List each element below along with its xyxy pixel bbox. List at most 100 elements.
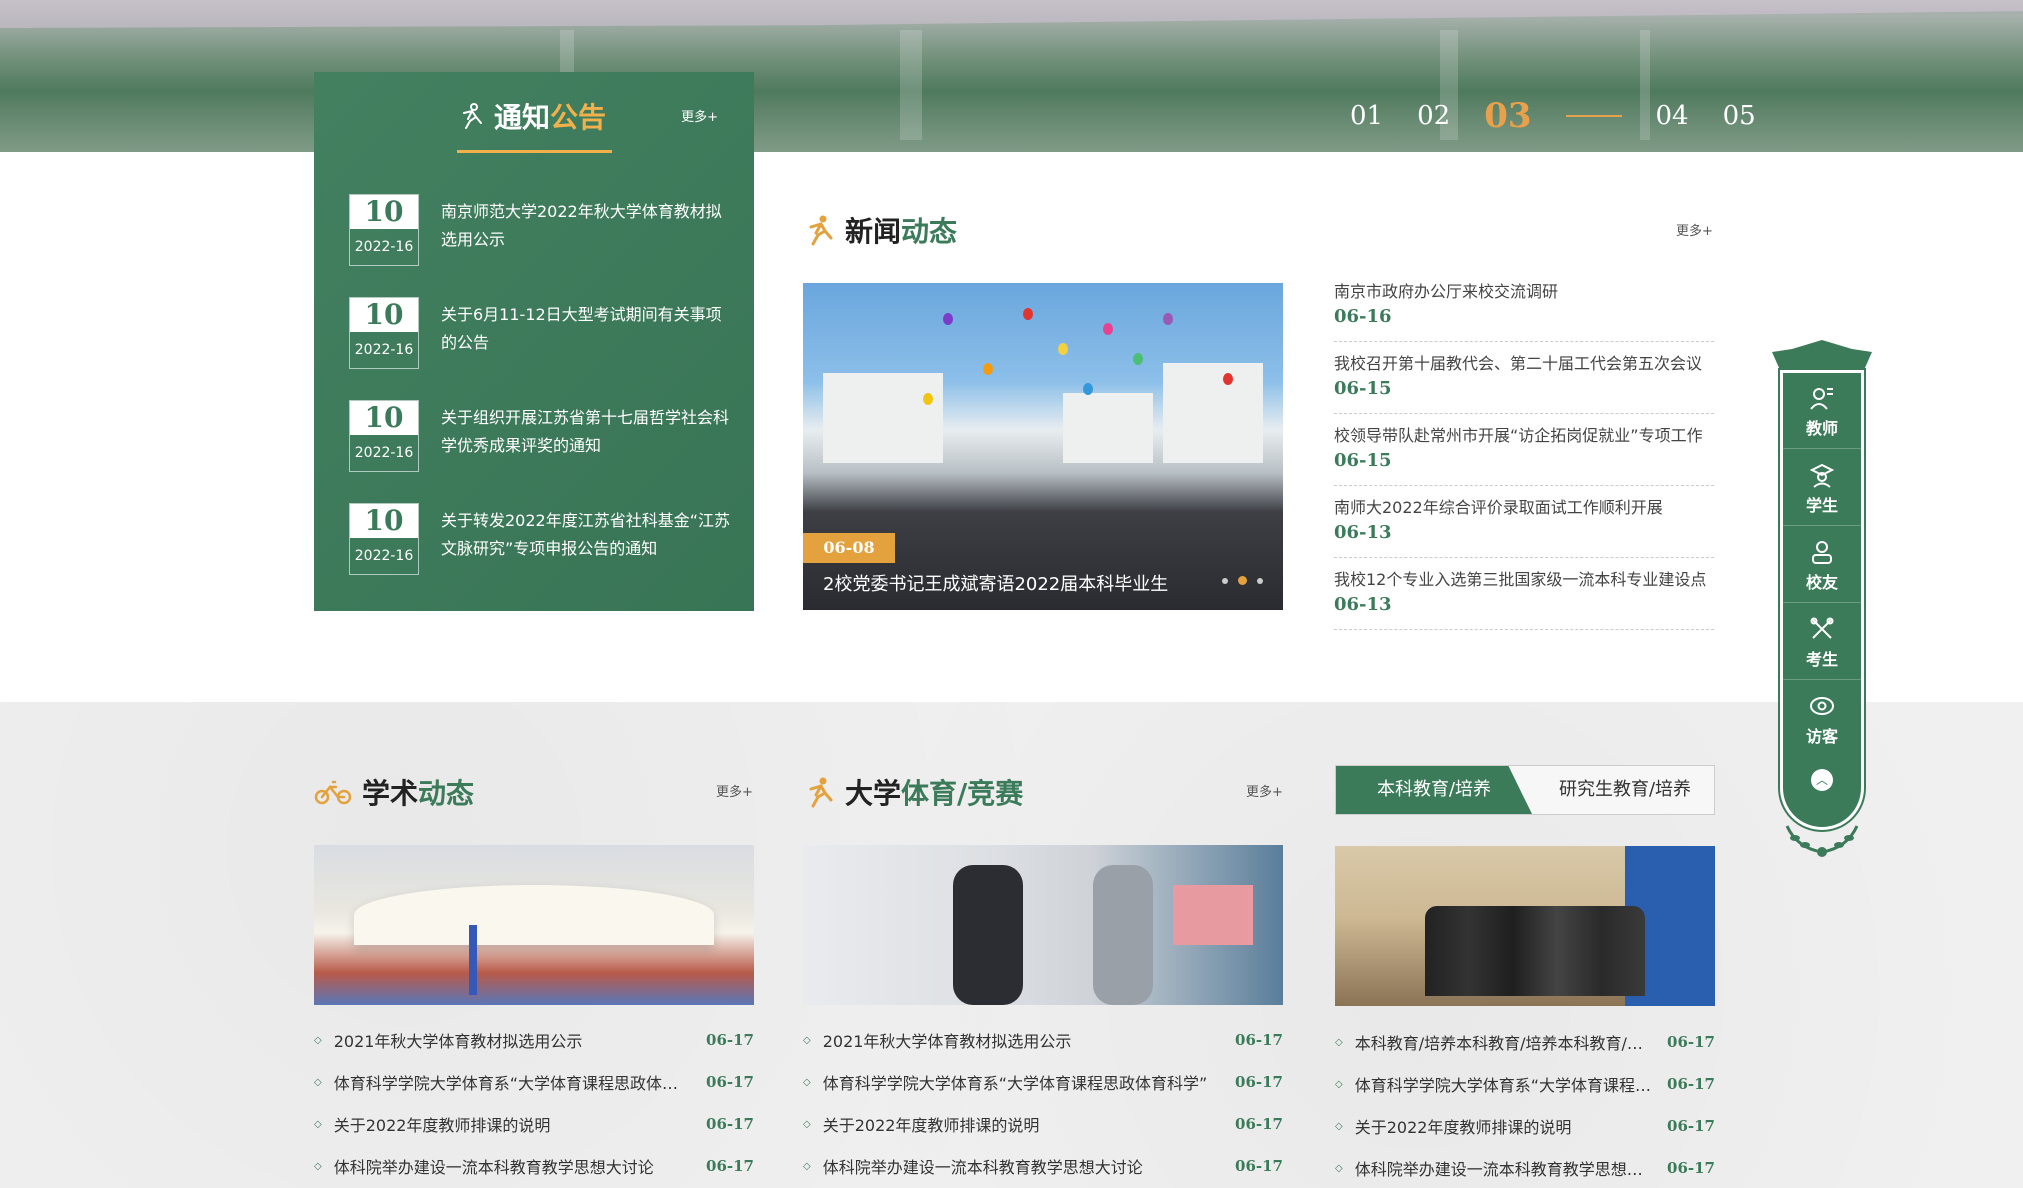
pavilion-roof-icon — [1772, 340, 1872, 370]
slide-number-1[interactable]: 01 — [1350, 101, 1383, 131]
list-item[interactable]: ◇ 体育科学学院大学体育系“大学体育课程思政体育科学” 06-17 — [803, 1061, 1283, 1103]
news-featured-image[interactable]: 06-08 2校党委书记王成斌寄语2022届本科毕业生 — [803, 283, 1283, 610]
slide-number-3-active[interactable]: 03 — [1484, 96, 1531, 136]
eye-icon — [1810, 697, 1834, 715]
quick-nav-student[interactable]: 学生 — [1783, 450, 1861, 526]
academic-item-date: 06-17 — [706, 1073, 754, 1091]
diamond-icon: ◇ — [803, 1160, 811, 1172]
academic-item-date: 06-17 — [706, 1115, 754, 1133]
list-item[interactable]: ◇ 体科院举办建设一流本科教育教学思想大讨论 06-17 — [1335, 1147, 1715, 1188]
sports-more-link[interactable]: 更多+ — [1246, 781, 1283, 800]
notice-ym: 2022-16 — [354, 445, 414, 461]
quick-nav-examinee[interactable]: 考生 — [1783, 604, 1861, 680]
notice-item-title[interactable]: 南京师范大学2022年秋大学体育教材拟选用公示 — [441, 198, 731, 254]
notice-item-title[interactable]: 关于组织开展江苏省第十七届哲学社会科学优秀成果评奖的通知 — [441, 404, 731, 460]
news-title-accent: 动态 — [901, 215, 958, 248]
notice-item[interactable]: 10 2022-16 关于组织开展江苏省第十七届哲学社会科学优秀成果评奖的通知 — [349, 400, 729, 472]
notice-item[interactable]: 10 2022-16 关于转发2022年度江苏省社科基金“江苏文脉研究”专项申报公… — [349, 503, 731, 575]
news-list-title[interactable]: 我校召开第十届教代会、第二十届工代会第五次会议 — [1334, 352, 1714, 376]
education-image[interactable] — [1335, 846, 1715, 1006]
alumni-icon — [1812, 541, 1832, 564]
runner-legs-shape — [953, 865, 1023, 1005]
sports-item-date: 06-17 — [1235, 1031, 1283, 1049]
education-item-date: 06-17 — [1667, 1075, 1715, 1093]
notice-day: 10 — [350, 298, 418, 332]
list-item[interactable]: ◇ 2021年秋大学体育教材拟选用公示 06-17 — [314, 1019, 754, 1061]
balloon-shape — [1058, 343, 1068, 355]
list-item[interactable]: ◇ 关于2022年度教师排课的说明 06-17 — [314, 1103, 754, 1145]
runner-icon — [809, 215, 833, 246]
diamond-icon: ◇ — [314, 1118, 322, 1130]
list-item[interactable]: ◇ 体育科学学院大学体育系“大学体育课程思政” 06-17 — [1335, 1063, 1715, 1105]
notice-item-title[interactable]: 关于转发2022年度江苏省社科基金“江苏文脉研究”专项申报公告的通知 — [441, 507, 731, 563]
student-icon — [1809, 463, 1835, 488]
notice-item-title[interactable]: 关于6月11-12日大型考试期间有关事项的公告 — [441, 301, 731, 357]
academic-item-title[interactable]: 关于2022年度教师排课的说明 — [334, 1112, 690, 1136]
bookmark-shape — [469, 925, 477, 995]
list-item[interactable]: ◇ 体科院举办建设一流本科教育教学思想大讨论 06-17 — [803, 1145, 1283, 1187]
academic-item-title[interactable]: 体育科学学院大学体育系“大学体育课程思政体育科学” — [334, 1070, 690, 1094]
diamond-icon: ◇ — [314, 1034, 322, 1046]
quick-nav-alumni[interactable]: 校友 — [1783, 527, 1861, 603]
notice-title-main: 通知 — [494, 101, 551, 134]
tab-undergraduate[interactable]: 本科教育/培养 — [1336, 766, 1532, 814]
news-more-link[interactable]: 更多+ — [1676, 220, 1713, 239]
building-shape — [823, 373, 943, 463]
news-list-item[interactable]: 南师大2022年综合评价录取面试工作顺利开展 06-13 — [1334, 496, 1714, 558]
news-list-title[interactable]: 我校12个专业入选第三批国家级一流本科专业建设点 — [1334, 568, 1714, 592]
academic-image[interactable] — [314, 845, 754, 1005]
news-list-item[interactable]: 南京市政府办公厅来校交流调研 06-16 — [1334, 280, 1714, 342]
carousel-dot[interactable] — [1222, 577, 1228, 584]
carousel-dot-active[interactable] — [1238, 576, 1247, 585]
list-item[interactable]: ◇ 本科教育/培养本科教育/培养本科教育/培养 06-17 — [1335, 1021, 1715, 1063]
sports-image[interactable] — [803, 845, 1283, 1005]
sports-item-title[interactable]: 体育科学学院大学体育系“大学体育课程思政体育科学” — [823, 1070, 1219, 1094]
list-item[interactable]: ◇ 关于2022年度教师排课的说明 06-17 — [803, 1103, 1283, 1145]
news-featured-caption[interactable]: 2校党委书记王成斌寄语2022届本科毕业生 — [823, 570, 1183, 596]
news-list-title[interactable]: 校领导带队赴常州市开展“访企拓岗促就业”专项工作 — [1334, 424, 1714, 448]
slide-active-line — [1565, 115, 1622, 117]
slider-pagination: 01 02 03 04 05 — [1350, 96, 1756, 136]
academic-title: 学术 动态 — [314, 772, 474, 812]
tab-graduate[interactable]: 研究生教育/培养 — [1536, 766, 1714, 814]
academic-item-title[interactable]: 2021年秋大学体育教材拟选用公示 — [334, 1028, 690, 1052]
academic-item-title[interactable]: 体科院举办建设一流本科教育教学思想大讨论 — [334, 1154, 690, 1178]
sports-item-title[interactable]: 关于2022年度教师排课的说明 — [823, 1112, 1219, 1136]
news-list-title[interactable]: 南京市政府办公厅来校交流调研 — [1334, 280, 1714, 304]
academic-item-date: 06-17 — [706, 1031, 754, 1049]
chevron-up-icon[interactable]: ︿ — [1811, 769, 1833, 791]
list-item[interactable]: ◇ 关于2022年度教师排课的说明 06-17 — [1335, 1105, 1715, 1147]
education-item-title[interactable]: 体育科学学院大学体育系“大学体育课程思政” — [1355, 1072, 1651, 1096]
education-item-title[interactable]: 关于2022年度教师排课的说明 — [1355, 1114, 1651, 1138]
news-list-title[interactable]: 南师大2022年综合评价录取面试工作顺利开展 — [1334, 496, 1714, 520]
education-item-title[interactable]: 本科教育/培养本科教育/培养本科教育/培养 — [1355, 1030, 1651, 1054]
balloon-shape — [1163, 313, 1173, 325]
notice-title: 通知 公告 — [456, 96, 606, 136]
notice-more-link[interactable]: 更多+ — [681, 106, 718, 125]
diamond-icon: ◇ — [1335, 1162, 1343, 1174]
news-list-item[interactable]: 校领导带队赴常州市开展“访企拓岗促就业”专项工作 06-15 — [1334, 424, 1714, 486]
notice-date: 10 2022-16 — [349, 194, 419, 266]
diamond-icon: ◇ — [1335, 1120, 1343, 1132]
list-item[interactable]: ◇ 体育科学学院大学体育系“大学体育课程思政体育科学” 06-17 — [314, 1061, 754, 1103]
balloon-shape — [1083, 383, 1093, 395]
diamond-icon: ◇ — [314, 1076, 322, 1088]
quick-nav-teacher[interactable]: 教师 — [1783, 373, 1861, 449]
sports-item-title[interactable]: 2021年秋大学体育教材拟选用公示 — [823, 1028, 1219, 1052]
carousel-dot[interactable] — [1257, 577, 1263, 584]
notice-item[interactable]: 10 2022-16 南京师范大学2022年秋大学体育教材拟选用公示 — [349, 194, 729, 266]
news-list-item[interactable]: 我校12个专业入选第三批国家级一流本科专业建设点 06-13 — [1334, 568, 1714, 630]
slide-number-2[interactable]: 02 — [1417, 101, 1450, 131]
news-list-item[interactable]: 我校召开第十届教代会、第二十届工代会第五次会议 06-15 — [1334, 352, 1714, 414]
list-item[interactable]: ◇ 2021年秋大学体育教材拟选用公示 06-17 — [803, 1019, 1283, 1061]
quick-nav-visitor[interactable]: 访客 — [1783, 681, 1861, 757]
slide-number-5[interactable]: 05 — [1723, 101, 1756, 131]
education-item-title[interactable]: 体科院举办建设一流本科教育教学思想大讨论 — [1355, 1156, 1651, 1180]
notice-item[interactable]: 10 2022-16 关于6月11-12日大型考试期间有关事项的公告 — [349, 297, 729, 369]
sports-item-title[interactable]: 体科院举办建设一流本科教育教学思想大讨论 — [823, 1154, 1219, 1178]
quick-nav-body: 教师 学生 校友 考生 访客 ︿ — [1778, 368, 1866, 832]
sports-title-accent: 体育/竞赛 — [901, 777, 1024, 810]
list-item[interactable]: ◇ 体科院举办建设一流本科教育教学思想大讨论 06-17 — [314, 1145, 754, 1187]
slide-number-4[interactable]: 04 — [1656, 101, 1689, 131]
academic-more-link[interactable]: 更多+ — [716, 781, 753, 800]
